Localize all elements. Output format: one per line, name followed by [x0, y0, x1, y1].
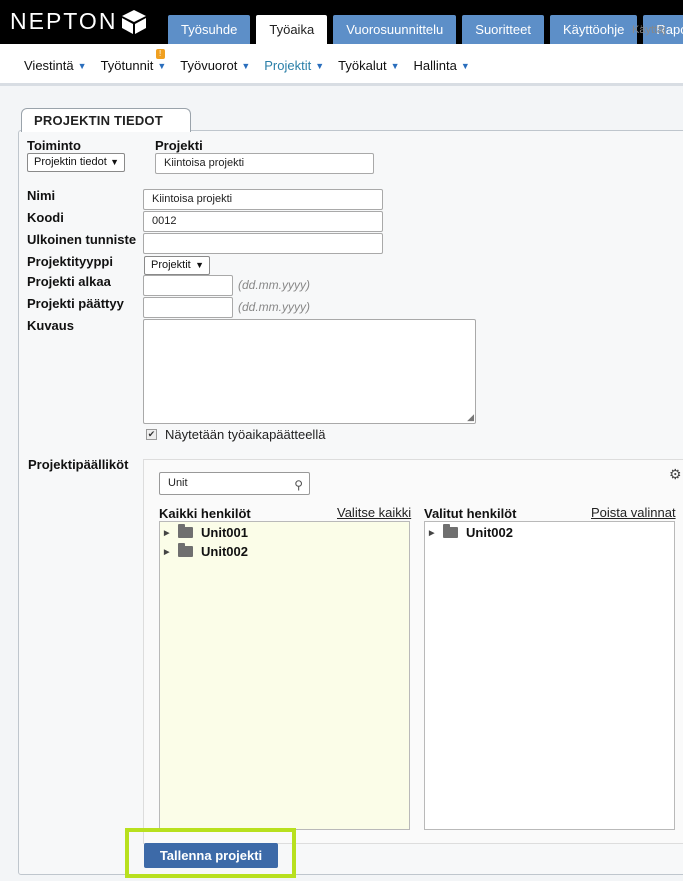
projektityyppi-select[interactable]: Projektit ▼ [144, 256, 210, 275]
top-bar: NEPTON Työsuhde Työaika Vuorosuunnittelu… [0, 0, 683, 44]
expand-arrow-icon[interactable]: ▶ [164, 529, 178, 537]
selected-persons-header: Valitut henkilöt [424, 506, 517, 521]
chevron-down-icon: ▼ [241, 61, 251, 71]
all-persons-list[interactable] [159, 521, 410, 830]
nimi-field[interactable]: Kiintoisa projekti [143, 189, 383, 210]
nimi-label: Nimi [27, 188, 56, 203]
notification-badge: ! [155, 49, 165, 59]
subnav-projektit[interactable]: Projektit ▼ [264, 58, 324, 73]
select-all-link[interactable]: Valitse kaikki [337, 505, 411, 520]
list-item[interactable]: ▶ Unit002 [164, 543, 248, 559]
subnav-tyovuorot[interactable]: Työvuorot ▼ [180, 58, 250, 73]
tab-tyosuhde[interactable]: Työsuhde [168, 15, 251, 44]
list-item[interactable]: ▶ Unit001 [164, 524, 248, 540]
projekti-paattyy-label: Projekti päättyy [27, 296, 124, 311]
terminal-visibility-row: ✔ Näytetään työaikapäätteellä [146, 427, 325, 442]
toiminto-label: Toiminto [27, 138, 81, 153]
user-text[interactable]: Käyttäj [632, 24, 666, 36]
ulkoinen-tunniste-field[interactable] [143, 233, 383, 254]
remove-selected-link[interactable]: Poista valinnat [591, 505, 676, 520]
chevron-down-icon: ▼ [77, 61, 87, 71]
dropdown-arrow-icon: ▼ [195, 260, 204, 270]
folder-icon [178, 543, 193, 557]
projekti-paattyy-field[interactable] [143, 297, 233, 318]
tab-tyoaika[interactable]: Työaika [256, 15, 328, 44]
dropdown-arrow-icon: ▼ [110, 157, 119, 167]
projektityyppi-label: Projektityyppi [27, 254, 113, 269]
brand-name: NEPTON [10, 8, 118, 34]
projekti-alkaa-label: Projekti alkaa [27, 274, 111, 289]
tab-vuorosuunnittelu[interactable]: Vuorosuunnittelu [333, 15, 457, 44]
koodi-label: Koodi [27, 210, 64, 225]
date-format-hint: (dd.mm.yyyy) [238, 278, 310, 292]
selected-persons-list[interactable] [424, 521, 675, 830]
chevron-down-icon: ▼ [390, 61, 400, 71]
checkbox-label: Näytetään työaikapäätteellä [165, 427, 326, 442]
subnav-viestinta[interactable]: Viestintä ▼ [24, 58, 87, 73]
search-icon[interactable]: ⚲ [294, 475, 303, 496]
chevron-down-icon: ▼ [157, 61, 167, 71]
all-persons-header: Kaikki henkilöt [159, 506, 251, 521]
list-item[interactable]: ▶ Unit002 [429, 524, 513, 540]
panel-title: PROJEKTIN TIEDOT [21, 108, 191, 132]
expand-arrow-icon[interactable]: ▶ [164, 548, 178, 556]
main-tabs: Työsuhde Työaika Vuorosuunnittelu Suorit… [168, 15, 683, 44]
tab-suoritteet[interactable]: Suoritteet [462, 15, 544, 44]
sub-navigation: Viestintä ▼ Työtunnit ▼! Työvuorot ▼ Projek… [0, 44, 683, 86]
expand-arrow-icon[interactable]: ▶ [429, 529, 443, 537]
chevron-down-icon: ▼ [315, 61, 325, 71]
tab-kayttoohje[interactable]: Käyttöohje [549, 15, 638, 44]
date-format-hint: (dd.mm.yyyy) [238, 300, 310, 314]
chevron-down-icon: ▼ [460, 61, 470, 71]
search-input[interactable]: Unit ⚲ [159, 472, 310, 495]
folder-icon [443, 524, 458, 538]
projekti-label: Projekti [155, 138, 203, 153]
kuvaus-label: Kuvaus [27, 318, 74, 333]
cube-logo-icon [122, 9, 147, 34]
logo[interactable]: NEPTON [10, 8, 147, 35]
gear-icon[interactable]: ⚙ [669, 466, 682, 483]
subnav-tyokalut[interactable]: Työkalut ▼ [338, 58, 399, 73]
subnav-hallinta[interactable]: Hallinta ▼ [414, 58, 470, 73]
resize-handle-icon[interactable]: ◢ [467, 413, 474, 422]
save-project-button[interactable]: Tallenna projekti [144, 843, 278, 868]
terminal-visibility-checkbox[interactable]: ✔ [146, 429, 157, 440]
projektipaalliko-label: Projektipäälliköt [28, 457, 129, 472]
folder-icon [178, 524, 193, 538]
projekti-field[interactable]: Kiintoisa projekti [155, 153, 374, 174]
projekti-alkaa-field[interactable] [143, 275, 233, 296]
subnav-tyotunnit[interactable]: Työtunnit ▼! [101, 49, 167, 73]
koodi-field[interactable]: 0012 [143, 211, 383, 232]
kuvaus-textarea[interactable]: ◢ [143, 319, 476, 424]
toiminto-select[interactable]: Projektin tiedot ▼ [27, 153, 125, 172]
ulkoinen-tunniste-label: Ulkoinen tunniste [27, 232, 137, 247]
